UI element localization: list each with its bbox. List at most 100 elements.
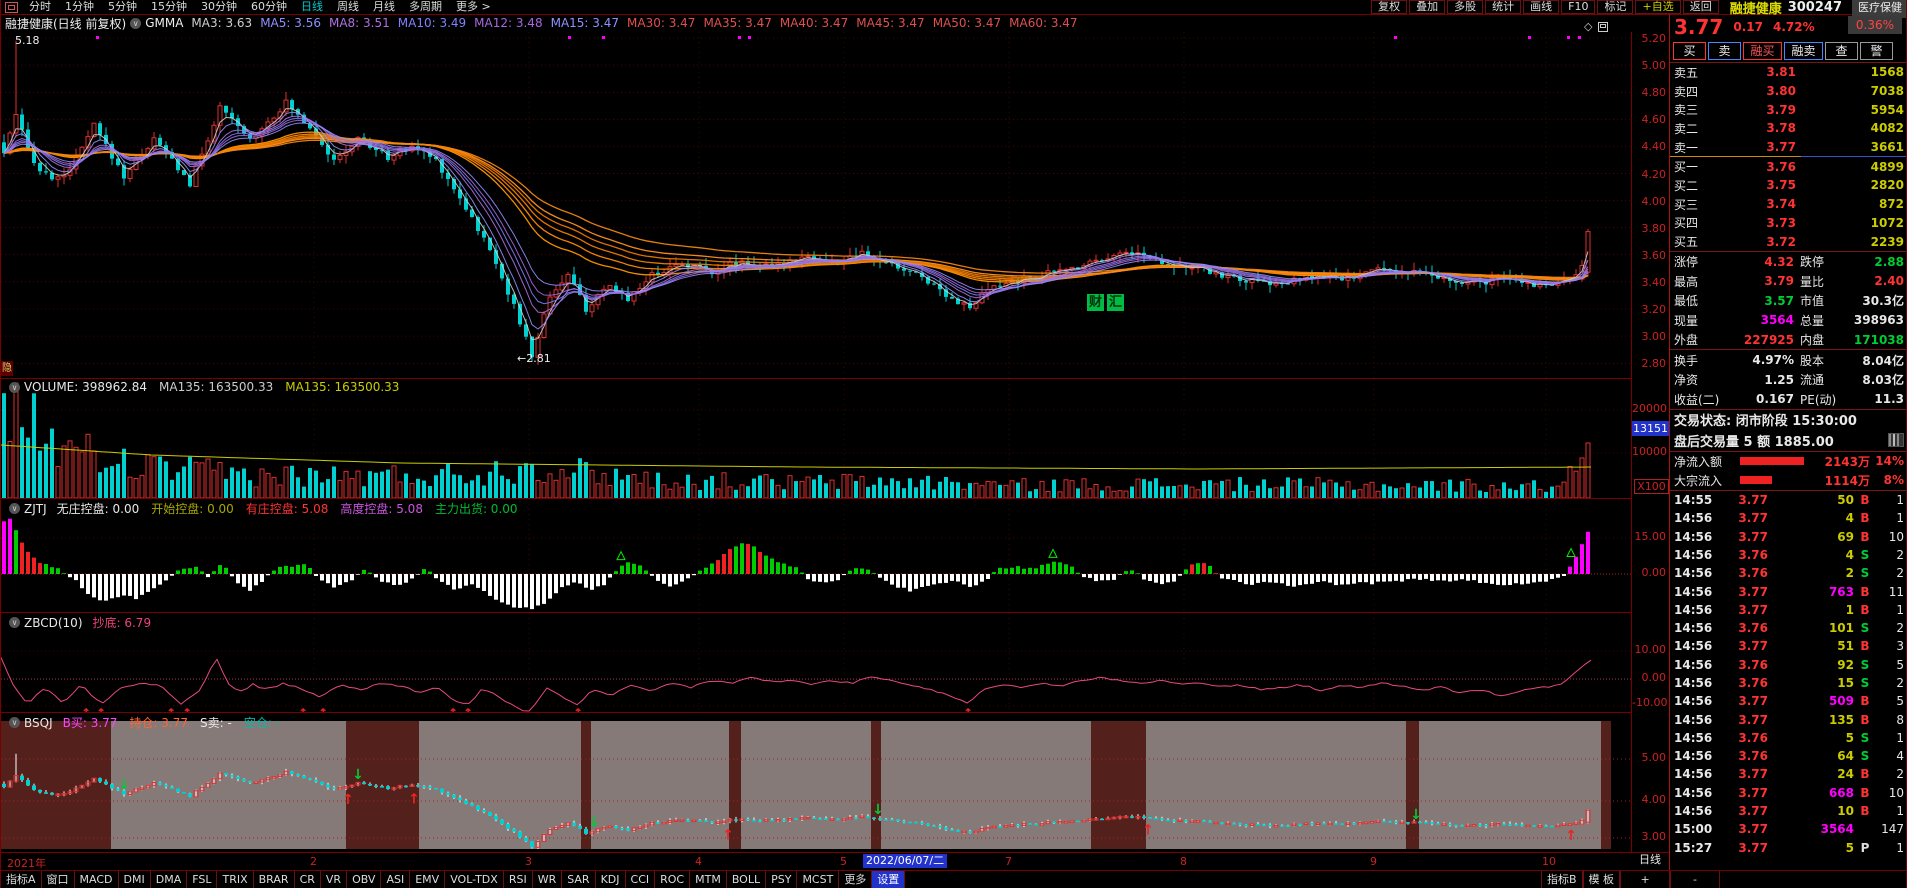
period-tab-更多 >[interactable]: 更多 > xyxy=(449,0,498,14)
collapse-chevron-icon[interactable]: ∨ xyxy=(9,381,20,393)
trade-button-买[interactable]: 买 xyxy=(1673,42,1706,60)
book-price: 3.77 xyxy=(1766,140,1796,155)
ask-row-卖一[interactable]: 卖一 3.77 3661 xyxy=(1670,138,1906,157)
zbcd-chart[interactable]: ↑ ↑ ↑ ↑ ↑ ↑ ↑ ↑ ↑ ↑ xyxy=(1,612,1631,713)
ask-row-卖四[interactable]: 卖四 3.80 7038 xyxy=(1670,82,1906,101)
period-tab-分时[interactable]: 分时 xyxy=(22,0,58,14)
panel-field-2: S卖: - xyxy=(200,716,232,730)
tool-标记[interactable]: 标记 xyxy=(1597,0,1634,14)
bid-row-买五[interactable]: 买五 3.72 2239 xyxy=(1670,232,1906,251)
indicator-tab-DMI[interactable]: DMI xyxy=(119,871,151,888)
indicator-tab-ROC[interactable]: ROC xyxy=(655,871,691,888)
panel-field-0: B买: 3.77 xyxy=(62,716,118,730)
period-tab-周线[interactable]: 周线 xyxy=(330,0,366,14)
indicator-tab-BOLL[interactable]: BOLL xyxy=(727,871,767,888)
tool-画线[interactable]: 画线 xyxy=(1523,0,1560,14)
ask-row-卖三[interactable]: 卖三 3.79 5954 xyxy=(1670,100,1906,119)
tx-time: 14:56 xyxy=(1674,675,1713,690)
settings-button[interactable]: 设置 xyxy=(872,871,906,888)
trade-button-卖[interactable]: 卖 xyxy=(1708,42,1741,60)
period-tab-30分钟[interactable]: 30分钟 xyxy=(194,0,244,14)
indicator-tab-BRAR[interactable]: BRAR xyxy=(254,871,295,888)
ma-value-8: MA40: 3.47 xyxy=(779,16,849,30)
collapse-chevron-icon[interactable]: ∨ xyxy=(9,617,20,628)
indicator-tab-WR[interactable]: WR xyxy=(533,871,563,888)
xaxis-label-8: 8 xyxy=(1180,855,1187,868)
indicator-tab-VOL-TDX[interactable]: VOL-TDX xyxy=(445,871,504,888)
transaction-list: 14:55 3.77 50 B 1 14:56 3.77 4 B 1 14:56 3.77 69 B 10 1… xyxy=(1670,489,1906,857)
tool-+自选[interactable]: +自选 xyxy=(1635,0,1681,14)
period-tab-多周期[interactable]: 多周期 xyxy=(402,0,449,14)
order-book: 卖五 3.81 1568 卖四 3.80 7038 卖三 3.79 5954 卖二 3.78 4082… xyxy=(1670,62,1906,251)
ask-row-卖五[interactable]: 卖五 3.81 1568 xyxy=(1670,63,1906,82)
collapse-chevron-icon[interactable]: ∨ xyxy=(9,503,20,514)
indicator-tab-PSY[interactable]: PSY xyxy=(766,871,798,888)
tool-叠加[interactable]: 叠加 xyxy=(1409,0,1446,14)
indicator-tab-OBV[interactable]: OBV xyxy=(347,871,382,888)
bsqj-chart[interactable]: ↑ ↑ ↑ ↑ ↑ ↓ ↓ ↓ ↓ ↓ xyxy=(1,712,1631,853)
mini-chart-icon[interactable] xyxy=(1888,433,1904,448)
indicator-tab-TRIX[interactable]: TRIX xyxy=(217,871,254,888)
tx-time: 15:27 xyxy=(1674,840,1713,855)
indicator-tab-RSI[interactable]: RSI xyxy=(504,871,533,888)
tool-返回[interactable]: 返回 xyxy=(1682,0,1719,14)
indicator-tab-MCST[interactable]: MCST xyxy=(797,871,840,888)
toolbar-right-指标B[interactable]: 指标B xyxy=(1541,871,1583,888)
toolbar-指标A[interactable]: 指标A xyxy=(1,871,42,888)
tool-统计[interactable]: 统计 xyxy=(1485,0,1522,14)
period-tab-5分钟[interactable]: 5分钟 xyxy=(101,0,144,14)
collapse-chevron-icon[interactable]: ∨ xyxy=(130,17,142,29)
indicator-tab-CR[interactable]: CR xyxy=(295,871,321,888)
period-tab-60分钟[interactable]: 60分钟 xyxy=(244,0,294,14)
indicator-tab-MACD[interactable]: MACD xyxy=(75,871,119,888)
tool-F10[interactable]: F10 xyxy=(1561,0,1596,14)
trade-button-融买[interactable]: 融买 xyxy=(1743,42,1782,60)
indicator-tab-MTM[interactable]: MTM xyxy=(690,871,727,888)
tx-price: 3.76 xyxy=(1738,675,1768,690)
collapse-chevron-icon[interactable]: ∨ xyxy=(9,717,20,728)
indicator-tab-CCI[interactable]: CCI xyxy=(626,871,656,888)
indicator-tab-KDJ[interactable]: KDJ xyxy=(596,871,626,888)
window-icon[interactable] xyxy=(5,1,18,13)
bid-row-买四[interactable]: 买四 3.73 1072 xyxy=(1670,214,1906,233)
tool-复权[interactable]: 复权 xyxy=(1371,0,1408,14)
trade-button-警[interactable]: 警 xyxy=(1860,42,1893,60)
tx-price: 3.77 xyxy=(1738,511,1768,526)
main-axis-5.00: 5.00 xyxy=(1641,59,1667,73)
tx-count: 2 xyxy=(1896,767,1904,782)
indicator-tab-FSL[interactable]: FSL xyxy=(187,871,218,888)
indicator-tab-EMV[interactable]: EMV xyxy=(410,871,446,888)
tx-side: B xyxy=(1860,584,1870,599)
volume-chart[interactable] xyxy=(1,378,1631,499)
xaxis-label-9: 9 xyxy=(1370,855,1377,868)
period-tab-1分钟[interactable]: 1分钟 xyxy=(58,0,101,14)
bid-row-买一[interactable]: 买一 3.76 4899 xyxy=(1670,157,1906,176)
toolbar-right--[interactable]: - xyxy=(1670,871,1721,888)
stat-value: 2.88 xyxy=(1874,254,1904,269)
indicator-tab-DMA[interactable]: DMA xyxy=(151,871,188,888)
stats-row: 外盘 227925 内盘 171038 xyxy=(1670,330,1906,350)
trade-button-查[interactable]: 查 xyxy=(1825,42,1858,60)
tool-多股[interactable]: 多股 xyxy=(1447,0,1484,14)
zbcd-panel-header: ∨ ZBCD(10) 抄底: 6.79 xyxy=(5,614,163,631)
period-tab-15分钟[interactable]: 15分钟 xyxy=(144,0,194,14)
ask-row-卖二[interactable]: 卖二 3.78 4082 xyxy=(1670,119,1906,138)
tx-side: B xyxy=(1860,511,1870,526)
trade-button-融卖[interactable]: 融卖 xyxy=(1784,42,1823,60)
indicator-tab-VR[interactable]: VR xyxy=(321,871,348,888)
indicator-tab-SAR[interactable]: SAR xyxy=(562,871,596,888)
bid-row-买二[interactable]: 买二 3.75 2820 xyxy=(1670,176,1906,195)
window-restore-icon[interactable] xyxy=(1598,21,1609,32)
indicator-tab-更多[interactable]: 更多 xyxy=(839,871,873,888)
period-tab-日线[interactable]: 日线 xyxy=(294,0,330,14)
toolbar-right-模 板[interactable]: 模 板 xyxy=(1582,871,1621,888)
toolbar-right-+[interactable]: + xyxy=(1620,871,1671,888)
bid-row-买三[interactable]: 买三 3.74 872 xyxy=(1670,195,1906,214)
hide-panel-tab[interactable]: 隐 xyxy=(1,361,13,376)
toolbar-窗口[interactable]: 窗口 xyxy=(42,871,75,888)
main-candle-chart[interactable] xyxy=(1,32,1631,378)
ma-value-2: MA8: 3.51 xyxy=(328,16,390,30)
period-tab-月线[interactable]: 月线 xyxy=(366,0,402,14)
diamond-icon[interactable]: ◇ xyxy=(1584,20,1592,33)
indicator-tab-ASI[interactable]: ASI xyxy=(381,871,411,888)
